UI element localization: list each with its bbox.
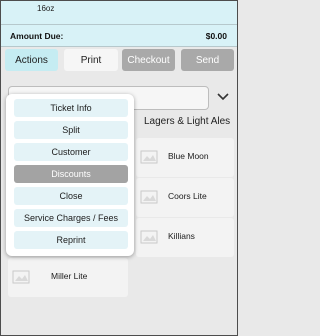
menu-item-ticket-info[interactable]: Ticket Info xyxy=(14,99,128,117)
product-name: Killians xyxy=(168,231,195,241)
product-name: Coors Lite xyxy=(168,191,207,201)
beer-image-placeholder-icon xyxy=(12,270,30,284)
actions-menu: Ticket Info Split Customer Discounts Clo… xyxy=(6,94,134,256)
beer-image-placeholder-icon xyxy=(140,190,158,204)
pos-screen: 16oz Amount Due: $0.00 Actions Print Che… xyxy=(0,0,238,336)
category-tab-lagers[interactable]: Lagers & Light Ales xyxy=(144,116,230,127)
amount-due-value: $0.00 xyxy=(205,31,227,41)
amount-due-bar: Amount Due: $0.00 xyxy=(1,24,237,47)
menu-item-discounts[interactable]: Discounts xyxy=(14,165,128,183)
menu-item-service-charges[interactable]: Service Charges / Fees xyxy=(14,209,128,227)
beer-image-placeholder-icon xyxy=(140,150,158,164)
order-line-item[interactable]: 16oz xyxy=(37,4,54,13)
product-name: Miller Lite xyxy=(51,271,88,281)
product-name: Blue Moon xyxy=(168,151,209,161)
menu-item-split[interactable]: Split xyxy=(14,121,128,139)
beer-image-placeholder-icon xyxy=(140,230,158,244)
chevron-down-icon[interactable] xyxy=(215,90,231,104)
menu-item-reprint[interactable]: Reprint xyxy=(14,231,128,249)
amount-due-label: Amount Due: xyxy=(10,31,64,41)
print-button[interactable]: Print xyxy=(64,49,118,71)
menu-item-close[interactable]: Close xyxy=(14,187,128,205)
actions-button[interactable]: Actions xyxy=(5,49,58,71)
send-button[interactable]: Send xyxy=(181,49,234,71)
checkout-button[interactable]: Checkout xyxy=(122,49,175,71)
product-tile-miller-lite[interactable]: Miller Lite xyxy=(8,258,128,297)
product-tile-coors-lite[interactable]: Coors Lite xyxy=(136,178,234,217)
menu-item-customer[interactable]: Customer xyxy=(14,143,128,161)
product-tile-blue-moon[interactable]: Blue Moon xyxy=(136,138,234,177)
action-buttons-row: Actions Print Checkout Send xyxy=(1,49,237,71)
product-tile-killians[interactable]: Killians xyxy=(136,218,234,257)
